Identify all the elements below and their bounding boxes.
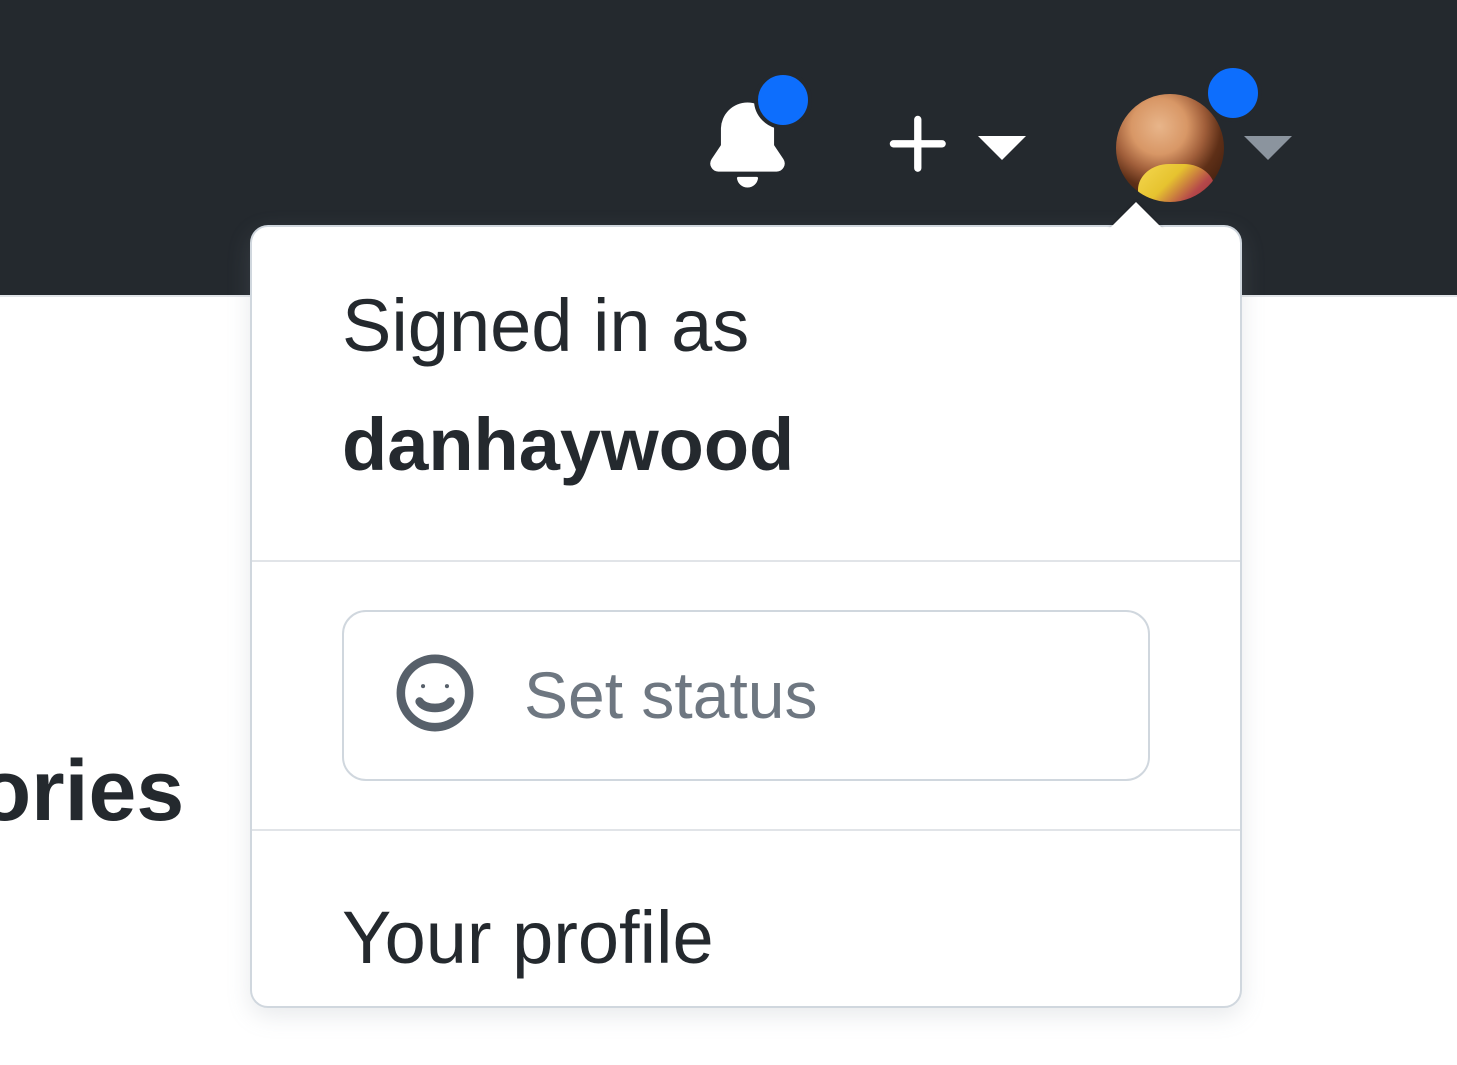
status-section: Set status [252, 562, 1240, 831]
menu-item-your-profile[interactable]: Your profile [342, 879, 1150, 996]
username: danhaywood [342, 389, 1150, 500]
user-menu-button[interactable] [1116, 94, 1292, 202]
signed-in-label: Signed in as [342, 282, 1150, 371]
avatar [1116, 94, 1224, 202]
set-status-label: Set status [524, 657, 818, 733]
menu-items-section: Your profile [252, 831, 1240, 1006]
chevron-down-icon [1244, 136, 1292, 160]
chevron-down-icon [978, 136, 1026, 160]
header-actions [705, 94, 1292, 202]
smiley-icon [394, 652, 476, 739]
avatar-indicator-dot [1204, 64, 1262, 122]
signed-in-section: Signed in as danhaywood [252, 227, 1240, 562]
create-new-menu[interactable] [880, 106, 1026, 189]
set-status-button[interactable]: Set status [342, 610, 1150, 781]
partial-heading: tories [0, 742, 184, 841]
bell-icon [705, 178, 790, 195]
notification-indicator-dot [754, 71, 812, 129]
dropdown-pointer [1108, 202, 1164, 230]
plus-icon [880, 106, 958, 189]
notifications-button[interactable] [705, 99, 790, 196]
user-dropdown-menu: Signed in as danhaywood Set status Your … [250, 225, 1242, 1008]
